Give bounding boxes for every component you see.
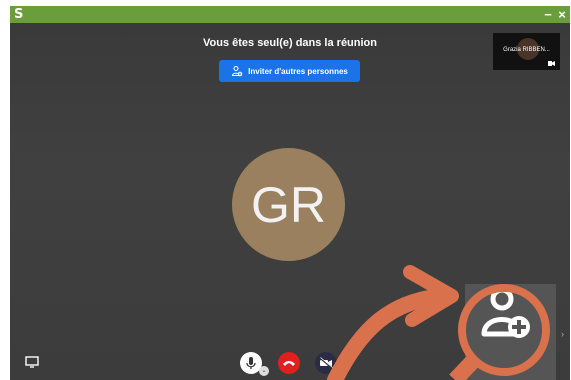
camera-button[interactable] [315,352,337,374]
screen-share-icon[interactable] [25,355,39,368]
minimize-button[interactable]: − [542,6,554,23]
microphone-icon [246,357,256,369]
add-person-icon [232,66,243,77]
camera-off-icon [319,357,333,369]
invite-button-label: Inviter d'autres personnes [248,66,348,76]
self-view-indicator-icon [548,61,555,66]
video-call-window: S − × Vous êtes seul(e) dans la réunion … [0,0,571,380]
side-panel-chevron-icon[interactable]: › [561,329,564,339]
hangup-button[interactable] [278,352,300,374]
microphone-options-chevron-icon[interactable]: ⌄ [259,366,269,376]
participant-avatar: GR [232,148,345,261]
self-view-tile[interactable]: Grazia RIBBEN... [493,33,560,70]
title-bar: S − × [10,6,570,23]
self-view-name: Grazia RIBBEN... [503,47,550,53]
app-logo: S [14,7,24,22]
invite-button[interactable]: Inviter d'autres personnes [219,60,360,82]
phone-hangup-icon [283,361,295,366]
add-person-icon [481,287,530,338]
close-button[interactable]: × [556,6,568,23]
alone-message: Vous êtes seul(e) dans la réunion [202,37,377,49]
